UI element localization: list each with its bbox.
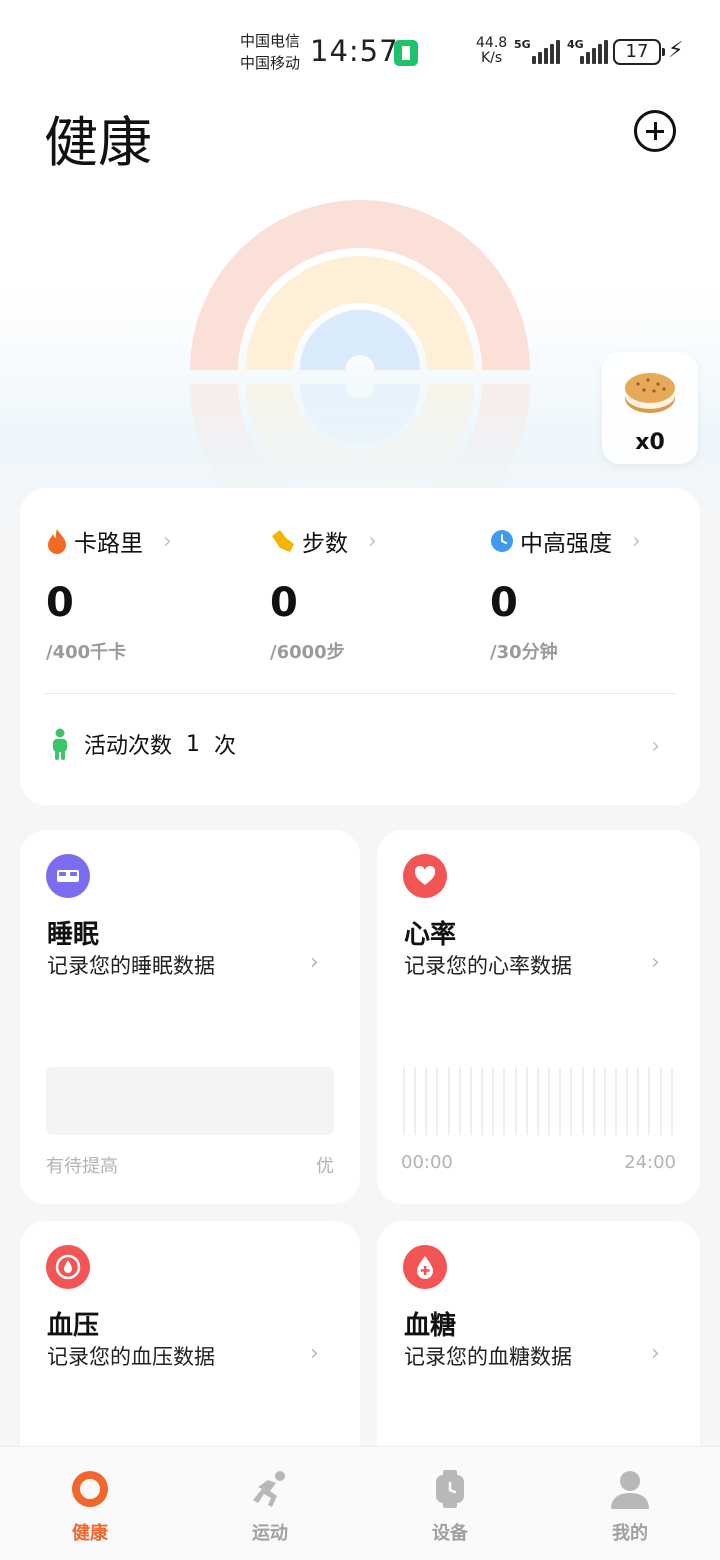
- divider: [44, 693, 676, 694]
- nav-label: 设备: [432, 1523, 468, 1544]
- carrier-2: 中国移动: [240, 54, 301, 72]
- page-title: 健康: [44, 111, 152, 174]
- blood-pressure-icon: [46, 1245, 90, 1289]
- charging-icon: ⚡: [668, 38, 684, 63]
- rainbow-reflection: [190, 384, 530, 485]
- heart-rate-start-time: 00:00: [401, 1152, 453, 1173]
- metric-label: 中高强度: [520, 531, 612, 557]
- sleep-chart-placeholder: [46, 1067, 334, 1135]
- carrier-names: 中国电信 中国移动: [240, 30, 300, 74]
- chevron-right-icon[interactable]: ›: [651, 734, 660, 759]
- signal-1-icon: [532, 40, 560, 64]
- bottom-navigation: 健康 运动 设备 我的: [0, 1446, 720, 1560]
- activity-count-row[interactable]: 活动次数 1 次: [50, 728, 236, 760]
- carrier-1: 中国电信: [240, 32, 301, 50]
- activity-label: 活动次数: [84, 734, 173, 759]
- metric-target: /30分钟: [490, 642, 558, 663]
- metric-value: 0: [490, 580, 518, 626]
- network-type-1: 5G: [514, 38, 531, 51]
- nav-tab-profile[interactable]: 我的: [540, 1447, 720, 1560]
- heart-rate-end-time: 24:00: [624, 1152, 676, 1173]
- cookie-icon: [625, 373, 675, 413]
- heart-icon: [403, 854, 447, 898]
- network-speed: 44.8 K/s: [476, 36, 507, 66]
- nav-tab-devices[interactable]: 设备: [360, 1447, 540, 1560]
- running-icon: [253, 1471, 285, 1507]
- metric-steps[interactable]: 步数 › 0 /6000步: [270, 524, 377, 664]
- rainbow-arcs: [190, 200, 530, 370]
- heart-rate-card[interactable]: 心率 记录您的心率数据 › 00:00 24:00: [377, 830, 700, 1204]
- health-ring-icon: [72, 1471, 108, 1507]
- blood-drop-icon: [403, 1245, 447, 1289]
- tile-title: 血糖: [404, 1311, 457, 1341]
- watch-icon: [436, 1470, 464, 1508]
- blood-glucose-card[interactable]: 血糖 记录您的血糖数据 ›: [377, 1221, 700, 1481]
- metric-value: 0: [270, 580, 298, 626]
- metric-label: 卡路里: [74, 531, 143, 557]
- daily-summary-card: 卡路里 › 0 /400千卡 步数 › 0 /6000步 中高强度 › 0 /3…: [20, 488, 700, 805]
- metric-intensity[interactable]: 中高强度 › 0 /30分钟: [490, 524, 641, 664]
- tile-subtitle: 记录您的血压数据: [47, 1345, 215, 1369]
- cookie-reward-card[interactable]: x0: [602, 352, 698, 464]
- activity-rings-rainbow[interactable]: [180, 195, 540, 485]
- tile-title: 心率: [404, 920, 457, 950]
- sleep-card[interactable]: 睡眠 记录您的睡眠数据 › 有待提高 优: [20, 830, 360, 1204]
- sleep-scale-low: 有待提高: [46, 1156, 118, 1177]
- chevron-right-icon: ›: [632, 528, 641, 554]
- nav-tab-health[interactable]: 健康: [0, 1447, 180, 1560]
- blood-pressure-card[interactable]: 血压 记录您的血压数据 ›: [20, 1221, 360, 1481]
- chevron-right-icon: ›: [651, 950, 660, 975]
- metric-value: 0: [46, 580, 74, 626]
- clock-icon: [491, 530, 513, 552]
- metric-calories[interactable]: 卡路里 › 0 /400千卡: [46, 524, 172, 664]
- clock: 14:57: [310, 34, 399, 68]
- chevron-right-icon: ›: [310, 950, 319, 975]
- tile-subtitle: 记录您的睡眠数据: [47, 954, 215, 978]
- person-icon: [53, 728, 67, 760]
- tile-title: 睡眠: [47, 920, 100, 950]
- bed-icon: [46, 854, 90, 898]
- signal-2-icon: [580, 40, 608, 64]
- battery-icon: 17: [613, 39, 665, 65]
- network-speed-value: 44.8: [476, 35, 508, 51]
- chevron-right-icon: ›: [368, 528, 377, 554]
- tile-title: 血压: [47, 1311, 100, 1341]
- heart-rate-chart-placeholder: [403, 1067, 673, 1135]
- metric-target: /6000步: [270, 642, 345, 663]
- sleep-scale-high: 优: [316, 1156, 334, 1177]
- nav-label: 我的: [612, 1523, 648, 1544]
- nav-label: 健康: [72, 1523, 108, 1544]
- nav-tab-sports[interactable]: 运动: [180, 1447, 360, 1560]
- flame-icon: [48, 529, 66, 554]
- metric-label: 步数: [302, 531, 348, 557]
- chevron-right-icon: ›: [651, 1341, 660, 1366]
- network-speed-unit: K/s: [480, 50, 503, 66]
- shoe-icon: [272, 530, 294, 552]
- tile-subtitle: 记录您的血糖数据: [404, 1345, 572, 1369]
- activity-unit: 次: [214, 734, 237, 759]
- battery-saver-icon: [394, 40, 418, 66]
- tile-subtitle: 记录您的心率数据: [404, 954, 572, 978]
- status-bar: 中国电信 中国移动 14:57 44.8 K/s 5G 4G 17 ⚡: [0, 0, 720, 90]
- metric-target: /400千卡: [46, 642, 127, 663]
- nav-label: 运动: [252, 1523, 288, 1544]
- add-button[interactable]: [634, 110, 676, 152]
- chevron-right-icon: ›: [163, 528, 172, 554]
- chevron-right-icon: ›: [310, 1341, 319, 1366]
- activity-count: 1: [186, 731, 201, 757]
- user-icon: [611, 1471, 649, 1509]
- cookie-count: x0: [635, 430, 665, 455]
